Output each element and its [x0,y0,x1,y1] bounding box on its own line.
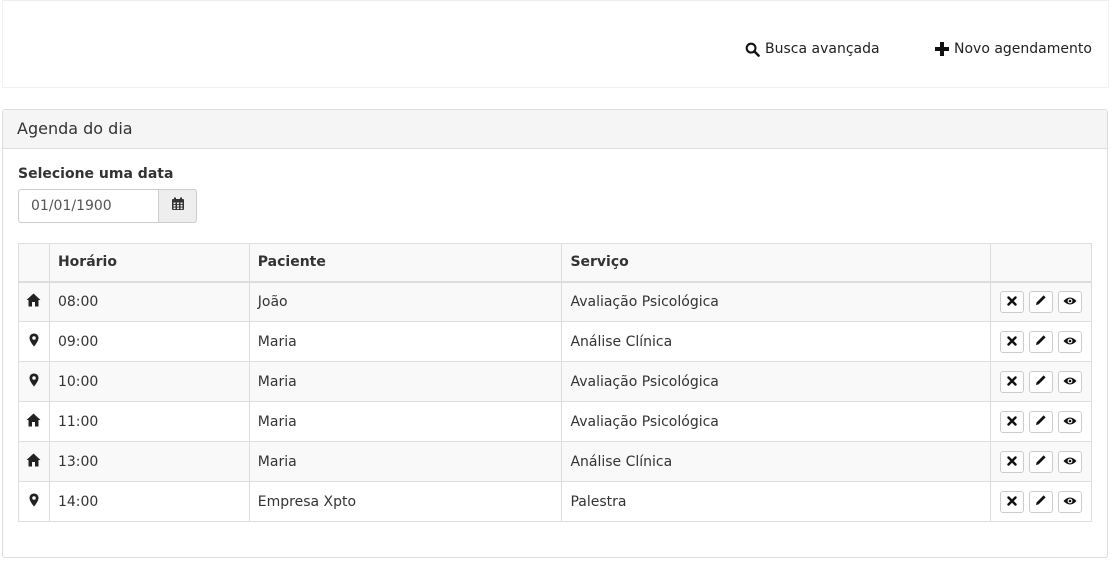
remove-icon [1007,334,1017,349]
actions-cell [989,481,1093,522]
edit-button[interactable] [1028,290,1053,313]
patient-cell: Maria [248,441,563,482]
map-marker-icon [29,493,39,511]
view-button[interactable] [1057,330,1082,353]
eye-icon [1063,414,1077,429]
home-icon [26,453,41,471]
service-cell: Análise Clínica [561,321,991,362]
daily-agenda-panel: Agenda do dia Selecione uma data 01/01/1… [2,109,1108,558]
time-cell: 11:00 [48,401,250,442]
calendar-button[interactable] [158,189,197,223]
edit-button[interactable] [1028,490,1053,513]
agenda-table: Horário Paciente Serviço 08:00 João Aval… [18,243,1093,522]
service-cell: Avaliação Psicológica [561,361,991,402]
header-time: Horário [48,243,250,283]
eye-icon [1063,294,1077,309]
location-type-cell [18,441,50,482]
time-cell: 10:00 [48,361,250,402]
service-cell: Avaliação Psicológica [561,281,991,322]
eye-icon [1063,494,1077,509]
map-marker-icon [29,373,39,391]
panel-title: Agenda do dia [3,110,1107,149]
view-button[interactable] [1057,290,1082,313]
view-button[interactable] [1057,490,1082,513]
time-cell: 08:00 [48,281,250,322]
eye-icon [1063,374,1077,389]
delete-button[interactable] [999,490,1024,513]
pencil-icon [1035,414,1047,429]
delete-button[interactable] [999,410,1024,433]
remove-icon [1007,414,1017,429]
view-button[interactable] [1057,450,1082,473]
patient-cell: Empresa Xpto [248,481,563,522]
delete-button[interactable] [999,370,1024,393]
table-row[interactable]: 08:00 João Avaliação Psicológica [18,281,1093,322]
pencil-icon [1035,294,1047,309]
remove-icon [1007,494,1017,509]
delete-button[interactable] [999,290,1024,313]
calendar-icon [171,197,185,215]
eye-icon [1063,334,1077,349]
header-actions [989,243,1093,283]
service-cell: Análise Clínica [561,441,991,482]
date-input[interactable] [18,189,158,223]
time-cell: 13:00 [48,441,250,482]
patient-cell: João [248,281,563,322]
remove-icon [1007,294,1017,309]
table-row[interactable]: 09:00 Maria Análise Clínica [18,321,1093,362]
new-appointment-label: Novo agendamento [954,41,1092,57]
edit-button[interactable] [1028,330,1053,353]
table-row[interactable]: 11:00 Maria Avaliação Psicológica [18,401,1093,442]
date-label: Selecione uma data [18,166,174,182]
table-row[interactable]: 14:00 Empresa Xpto Palestra [18,481,1093,522]
location-type-cell [18,321,50,362]
service-cell: Palestra [561,481,991,522]
patient-cell: Maria [248,321,563,362]
eye-icon [1063,454,1077,469]
table-row[interactable]: 13:00 Maria Análise Clínica [18,441,1093,482]
header-patient: Paciente [248,243,563,283]
pencil-icon [1035,454,1047,469]
top-navbar: Busca avançada Novo agendamento [2,0,1109,88]
plus-icon [935,42,949,56]
edit-button[interactable] [1028,410,1053,433]
actions-cell [989,361,1093,402]
remove-icon [1007,454,1017,469]
delete-button[interactable] [999,330,1024,353]
table-row[interactable]: 10:00 Maria Avaliação Psicológica [18,361,1093,402]
home-icon [26,293,41,311]
edit-button[interactable] [1028,370,1053,393]
remove-icon [1007,374,1017,389]
map-marker-icon [29,333,39,351]
advanced-search-label: Busca avançada [765,41,880,57]
table-header-row: Horário Paciente Serviço [18,243,1093,283]
view-button[interactable] [1057,410,1082,433]
date-picker [18,189,197,223]
edit-button[interactable] [1028,450,1053,473]
pencil-icon [1035,494,1047,509]
delete-button[interactable] [999,450,1024,473]
pencil-icon [1035,374,1047,389]
location-type-cell [18,281,50,322]
advanced-search-link[interactable]: Busca avançada [745,39,880,59]
location-type-cell [18,401,50,442]
actions-cell [989,401,1093,442]
actions-cell [989,441,1093,482]
time-cell: 14:00 [48,481,250,522]
pencil-icon [1035,334,1047,349]
location-type-cell [18,361,50,402]
new-appointment-link[interactable]: Novo agendamento [935,39,1092,59]
home-icon [26,413,41,431]
actions-cell [989,281,1093,322]
patient-cell: Maria [248,361,563,402]
header-service: Serviço [561,243,991,283]
service-cell: Avaliação Psicológica [561,401,991,442]
location-type-cell [18,481,50,522]
header-icon-column [18,243,50,283]
search-icon [745,42,760,57]
time-cell: 09:00 [48,321,250,362]
actions-cell [989,321,1093,362]
view-button[interactable] [1057,370,1082,393]
patient-cell: Maria [248,401,563,442]
